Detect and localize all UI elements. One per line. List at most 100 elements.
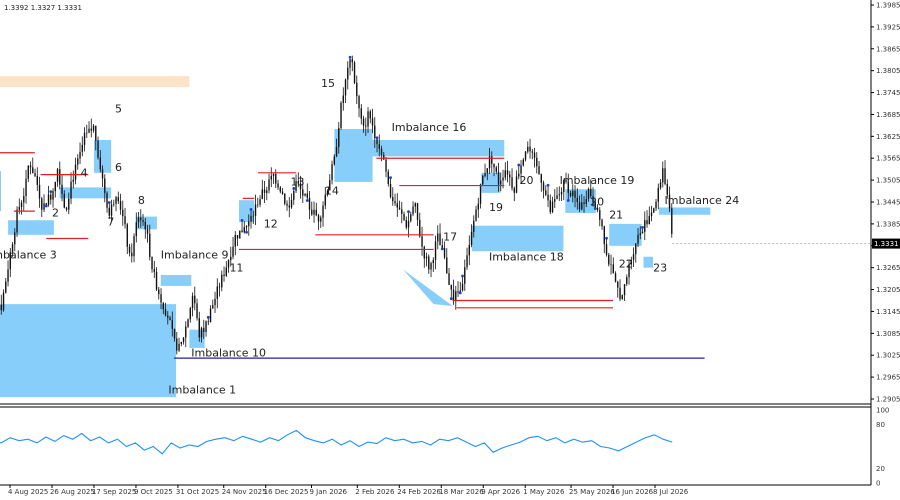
rsi-level-label: 80 xyxy=(876,421,885,429)
candle-body xyxy=(556,195,558,200)
candle-body xyxy=(16,209,18,233)
imbalance-zone xyxy=(160,274,192,286)
date-tick-label: 16 Dec 2025 xyxy=(264,488,309,496)
candle-body xyxy=(466,255,468,268)
candle-body xyxy=(653,208,655,213)
price-tick-label: 1.3085 xyxy=(876,330,900,338)
candle-body xyxy=(88,128,90,133)
candle-body xyxy=(572,190,574,197)
candle-body xyxy=(439,233,441,246)
wave-number-label: 22 xyxy=(619,258,633,271)
date-tick-label: 4 Aug 2025 xyxy=(8,488,48,496)
candle-body xyxy=(511,177,513,189)
imbalance-label: Imbalance 1 xyxy=(168,384,236,397)
swing-marker xyxy=(566,199,570,202)
chart: 1.3392 1.3327 1.3331 Imbalance 1 Imbalanc… xyxy=(0,0,900,496)
candle-body xyxy=(169,317,171,321)
candle-body xyxy=(387,171,389,185)
swing-marker xyxy=(240,218,244,222)
candle-body xyxy=(248,221,250,227)
date-tick-label: 17 Sep 2025 xyxy=(92,488,136,496)
candle-body xyxy=(216,286,218,299)
candle-body xyxy=(504,170,506,178)
candle-body xyxy=(484,173,486,176)
imbalance-zone xyxy=(59,187,112,199)
candle-body xyxy=(135,222,137,237)
candle-body xyxy=(335,147,338,157)
imbalance-label: Imbalance 24 xyxy=(665,194,740,207)
candle-body xyxy=(272,173,275,176)
candle-body xyxy=(538,166,540,175)
candle-body xyxy=(126,224,128,247)
candle-body xyxy=(608,254,610,265)
candle-body xyxy=(128,246,131,253)
swing-marker xyxy=(605,236,608,240)
imbalance-zone xyxy=(471,225,564,252)
candle-body xyxy=(662,168,664,183)
candle-body xyxy=(500,180,502,185)
candle-body xyxy=(95,125,97,141)
candle-body xyxy=(131,252,133,257)
imbalance-zone xyxy=(0,76,190,88)
wave-number-label: 13 xyxy=(291,176,305,189)
candle-body xyxy=(209,308,212,323)
candle-body xyxy=(167,315,169,318)
date-axis: 4 Aug 2025 26 Aug 202517 Sep 20259 Oct 20… xyxy=(8,485,689,496)
swing-marker xyxy=(517,163,521,167)
candle-body xyxy=(655,201,657,209)
candle-body xyxy=(122,209,124,217)
candle-body xyxy=(180,341,182,344)
wave-number-label: 14 xyxy=(325,185,339,198)
candle-body xyxy=(482,175,484,185)
wave-number-label: 17 xyxy=(443,230,457,243)
candle-body xyxy=(641,231,644,234)
candle-body xyxy=(358,96,360,109)
swing-marker xyxy=(449,297,453,301)
candle-body xyxy=(540,174,542,183)
date-tick-label: 18 Mar 2026 xyxy=(439,488,484,496)
candle-body xyxy=(225,267,227,276)
candle-body xyxy=(140,217,142,221)
wave-number-label: 20 xyxy=(590,196,604,209)
candle-body xyxy=(522,159,524,166)
imbalance-zone xyxy=(0,304,177,398)
candle-body xyxy=(603,226,605,245)
candle-body xyxy=(585,199,587,204)
candle-body xyxy=(77,158,79,165)
candle-body xyxy=(0,304,2,311)
candle-body xyxy=(353,62,356,83)
candle-body xyxy=(212,305,214,309)
candle-body xyxy=(191,295,194,309)
candle-body xyxy=(164,309,167,316)
wave-number-label: 15 xyxy=(321,77,335,90)
candle-body xyxy=(302,189,304,196)
candle-body xyxy=(270,175,272,180)
candle-body xyxy=(405,219,407,228)
price-tick-label: 1.3985 xyxy=(876,2,900,10)
wave-number-label: 11 xyxy=(229,261,243,274)
candle-body xyxy=(47,194,50,206)
candle-body xyxy=(72,179,74,182)
swing-marker xyxy=(461,274,464,278)
candle-body xyxy=(475,209,477,221)
candle-body xyxy=(41,198,43,210)
candle-body xyxy=(599,210,601,220)
candle-body xyxy=(421,236,423,247)
candle-body xyxy=(221,274,223,288)
swing-marker xyxy=(375,136,379,140)
date-tick-label: 24 Nov 2025 xyxy=(222,488,267,496)
candle-body xyxy=(385,159,387,172)
candle-body xyxy=(317,215,320,222)
candle-body xyxy=(430,263,432,270)
candle-body xyxy=(531,151,533,153)
price-tick-label: 1.3865 xyxy=(876,45,900,53)
candle-body xyxy=(239,230,241,239)
candle-body xyxy=(7,269,9,282)
candle-body xyxy=(311,209,313,215)
candle-body xyxy=(313,209,315,215)
candle-body xyxy=(614,273,617,282)
price-tick-label: 1.2965 xyxy=(876,374,900,382)
candle-body xyxy=(236,235,239,239)
candle-body xyxy=(558,194,560,196)
candle-body xyxy=(158,289,160,295)
